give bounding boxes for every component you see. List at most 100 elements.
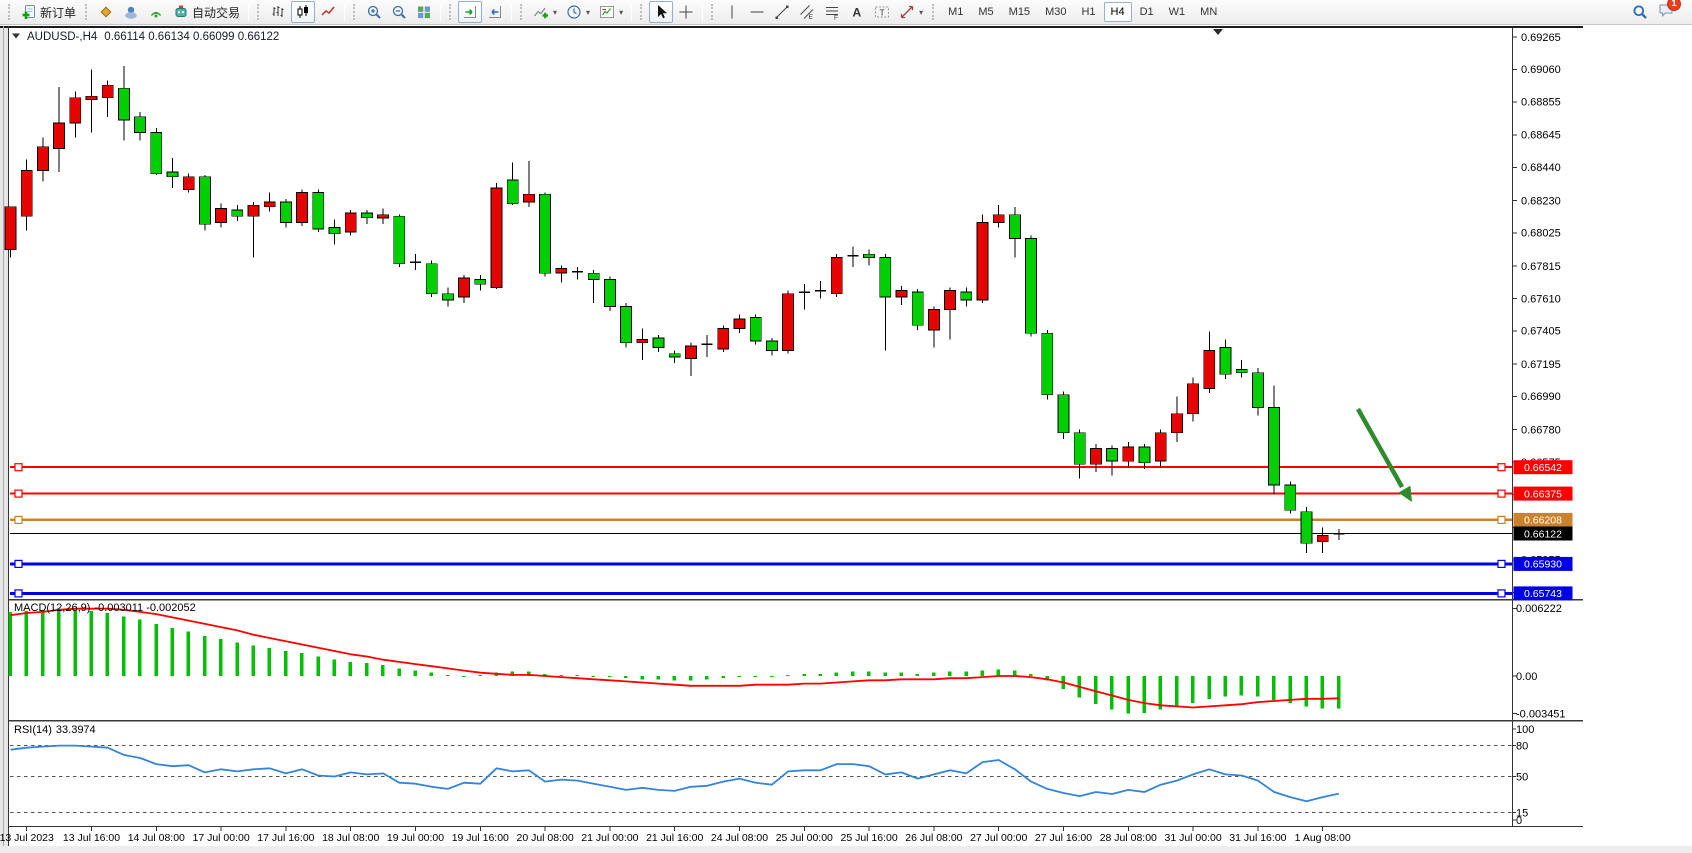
candle: [102, 85, 113, 98]
timeframe-m5-button[interactable]: M5: [971, 2, 1000, 22]
candle: [1074, 433, 1085, 465]
candle: [345, 213, 356, 232]
metaquotes-button[interactable]: [94, 1, 118, 23]
time-axis-label: 13 Jul 2023: [0, 832, 54, 844]
clock-icon: [566, 4, 582, 20]
text-button[interactable]: A: [845, 1, 869, 23]
zoom-out-button[interactable]: [387, 1, 411, 23]
candle: [864, 254, 875, 257]
time-axis-label: 19 Jul 16:00: [452, 832, 509, 844]
vertical-line-button[interactable]: [720, 1, 744, 23]
macd-histogram-bar: [138, 620, 142, 677]
tile-windows-button[interactable]: [412, 1, 436, 23]
arrows-button[interactable]: ▾: [895, 1, 927, 23]
timeframe-h4-button[interactable]: H4: [1104, 2, 1132, 22]
cursor-button[interactable]: [649, 1, 673, 23]
zoom-in-button[interactable]: [362, 1, 386, 23]
line-handle[interactable]: [1498, 464, 1505, 471]
line-chart-button[interactable]: [316, 1, 340, 23]
candle: [621, 306, 632, 342]
macd-histogram-bar: [90, 611, 94, 676]
time-axis-label: 24 Jul 08:00: [711, 832, 768, 844]
chevron-down-icon: ▾: [586, 8, 590, 17]
macd-histogram-bar: [689, 676, 693, 680]
signals-button[interactable]: [144, 1, 168, 23]
time-axis-label: 18 Jul 08:00: [322, 832, 379, 844]
candle: [961, 292, 972, 300]
periods-button[interactable]: ▾: [562, 1, 594, 23]
trendline-button[interactable]: [770, 1, 794, 23]
text-label-button[interactable]: T: [870, 1, 894, 23]
equidistant-channel-button[interactable]: E: [795, 1, 819, 23]
macd-histogram-bar: [252, 646, 256, 676]
candle: [426, 264, 437, 294]
line-handle[interactable]: [15, 464, 22, 471]
timeframe-h1-button[interactable]: H1: [1074, 2, 1102, 22]
crosshair-button[interactable]: [674, 1, 698, 23]
macd-histogram-bar: [73, 610, 77, 676]
auto-trading-button[interactable]: 自动交易: [169, 1, 244, 23]
timeframe-d1-button[interactable]: D1: [1133, 2, 1161, 22]
macd-histogram-bar: [1207, 676, 1211, 699]
macd-histogram-bar: [705, 676, 709, 679]
cloud-icon: [123, 4, 139, 20]
svg-text:0: 0: [1516, 815, 1522, 827]
line-handle[interactable]: [15, 560, 22, 567]
candle: [507, 180, 518, 204]
time-axis-label: 17 Jul 00:00: [192, 832, 249, 844]
auto-scroll-button[interactable]: [458, 1, 482, 23]
svg-text:0.69060: 0.69060: [1521, 64, 1561, 76]
time-axis-label: 25 Jul 16:00: [840, 832, 897, 844]
candle: [1285, 485, 1296, 510]
community-button[interactable]: [119, 1, 143, 23]
candle: [1123, 447, 1134, 461]
time-axis-label: 14 Jul 08:00: [128, 832, 185, 844]
candle: [685, 346, 696, 359]
candle: [151, 133, 162, 174]
new-order-button[interactable]: 新订单: [17, 1, 80, 23]
toolbar-grip: [932, 4, 937, 20]
line-handle[interactable]: [1498, 490, 1505, 497]
macd-histogram-bar: [948, 672, 952, 676]
line-handle[interactable]: [15, 516, 22, 523]
macd-histogram-bar: [349, 662, 353, 676]
candle: [523, 194, 534, 202]
line-handle[interactable]: [15, 490, 22, 497]
indicators-button[interactable]: ▾: [529, 1, 561, 23]
chart-shift-button[interactable]: [483, 1, 507, 23]
timeframe-m1-button[interactable]: M1: [941, 2, 970, 22]
candle: [945, 291, 956, 310]
timeframe-w1-button[interactable]: W1: [1162, 2, 1193, 22]
timeframe-m30-button[interactable]: M30: [1038, 2, 1073, 22]
time-axis-label: 31 Jul 16:00: [1229, 832, 1286, 844]
chat-button[interactable]: 1: [1658, 2, 1674, 23]
templates-button[interactable]: ▾: [595, 1, 627, 23]
signals-icon: [148, 4, 164, 20]
candle: [928, 310, 939, 331]
line-handle[interactable]: [1498, 516, 1505, 523]
candle: [1009, 215, 1020, 239]
fibonacci-button[interactable]: F: [820, 1, 844, 23]
macd-histogram-bar: [187, 632, 191, 677]
line-handle[interactable]: [1498, 590, 1505, 597]
candlestick-chart-button[interactable]: [291, 1, 315, 23]
candle: [1301, 512, 1312, 544]
time-axis-label: 28 Jul 08:00: [1100, 832, 1157, 844]
search-icon: [1632, 4, 1648, 20]
search-button[interactable]: [1632, 4, 1648, 20]
svg-text:0.67815: 0.67815: [1521, 261, 1561, 273]
horizontal-line-button[interactable]: [745, 1, 769, 23]
line-handle[interactable]: [15, 590, 22, 597]
bar-chart-button[interactable]: [266, 1, 290, 23]
macd-histogram-bar: [154, 624, 158, 676]
template-icon: [599, 4, 615, 20]
svg-text:E: E: [809, 14, 814, 20]
time-axis-label: 19 Jul 00:00: [387, 832, 444, 844]
candle: [977, 223, 988, 300]
timeframe-mn-button[interactable]: MN: [1193, 2, 1224, 22]
timeframe-m15-button[interactable]: M15: [1002, 2, 1037, 22]
candle: [1269, 408, 1280, 485]
chevron-down-icon: ▾: [619, 8, 623, 17]
autoscroll-icon: [462, 4, 478, 20]
line-handle[interactable]: [1498, 560, 1505, 567]
